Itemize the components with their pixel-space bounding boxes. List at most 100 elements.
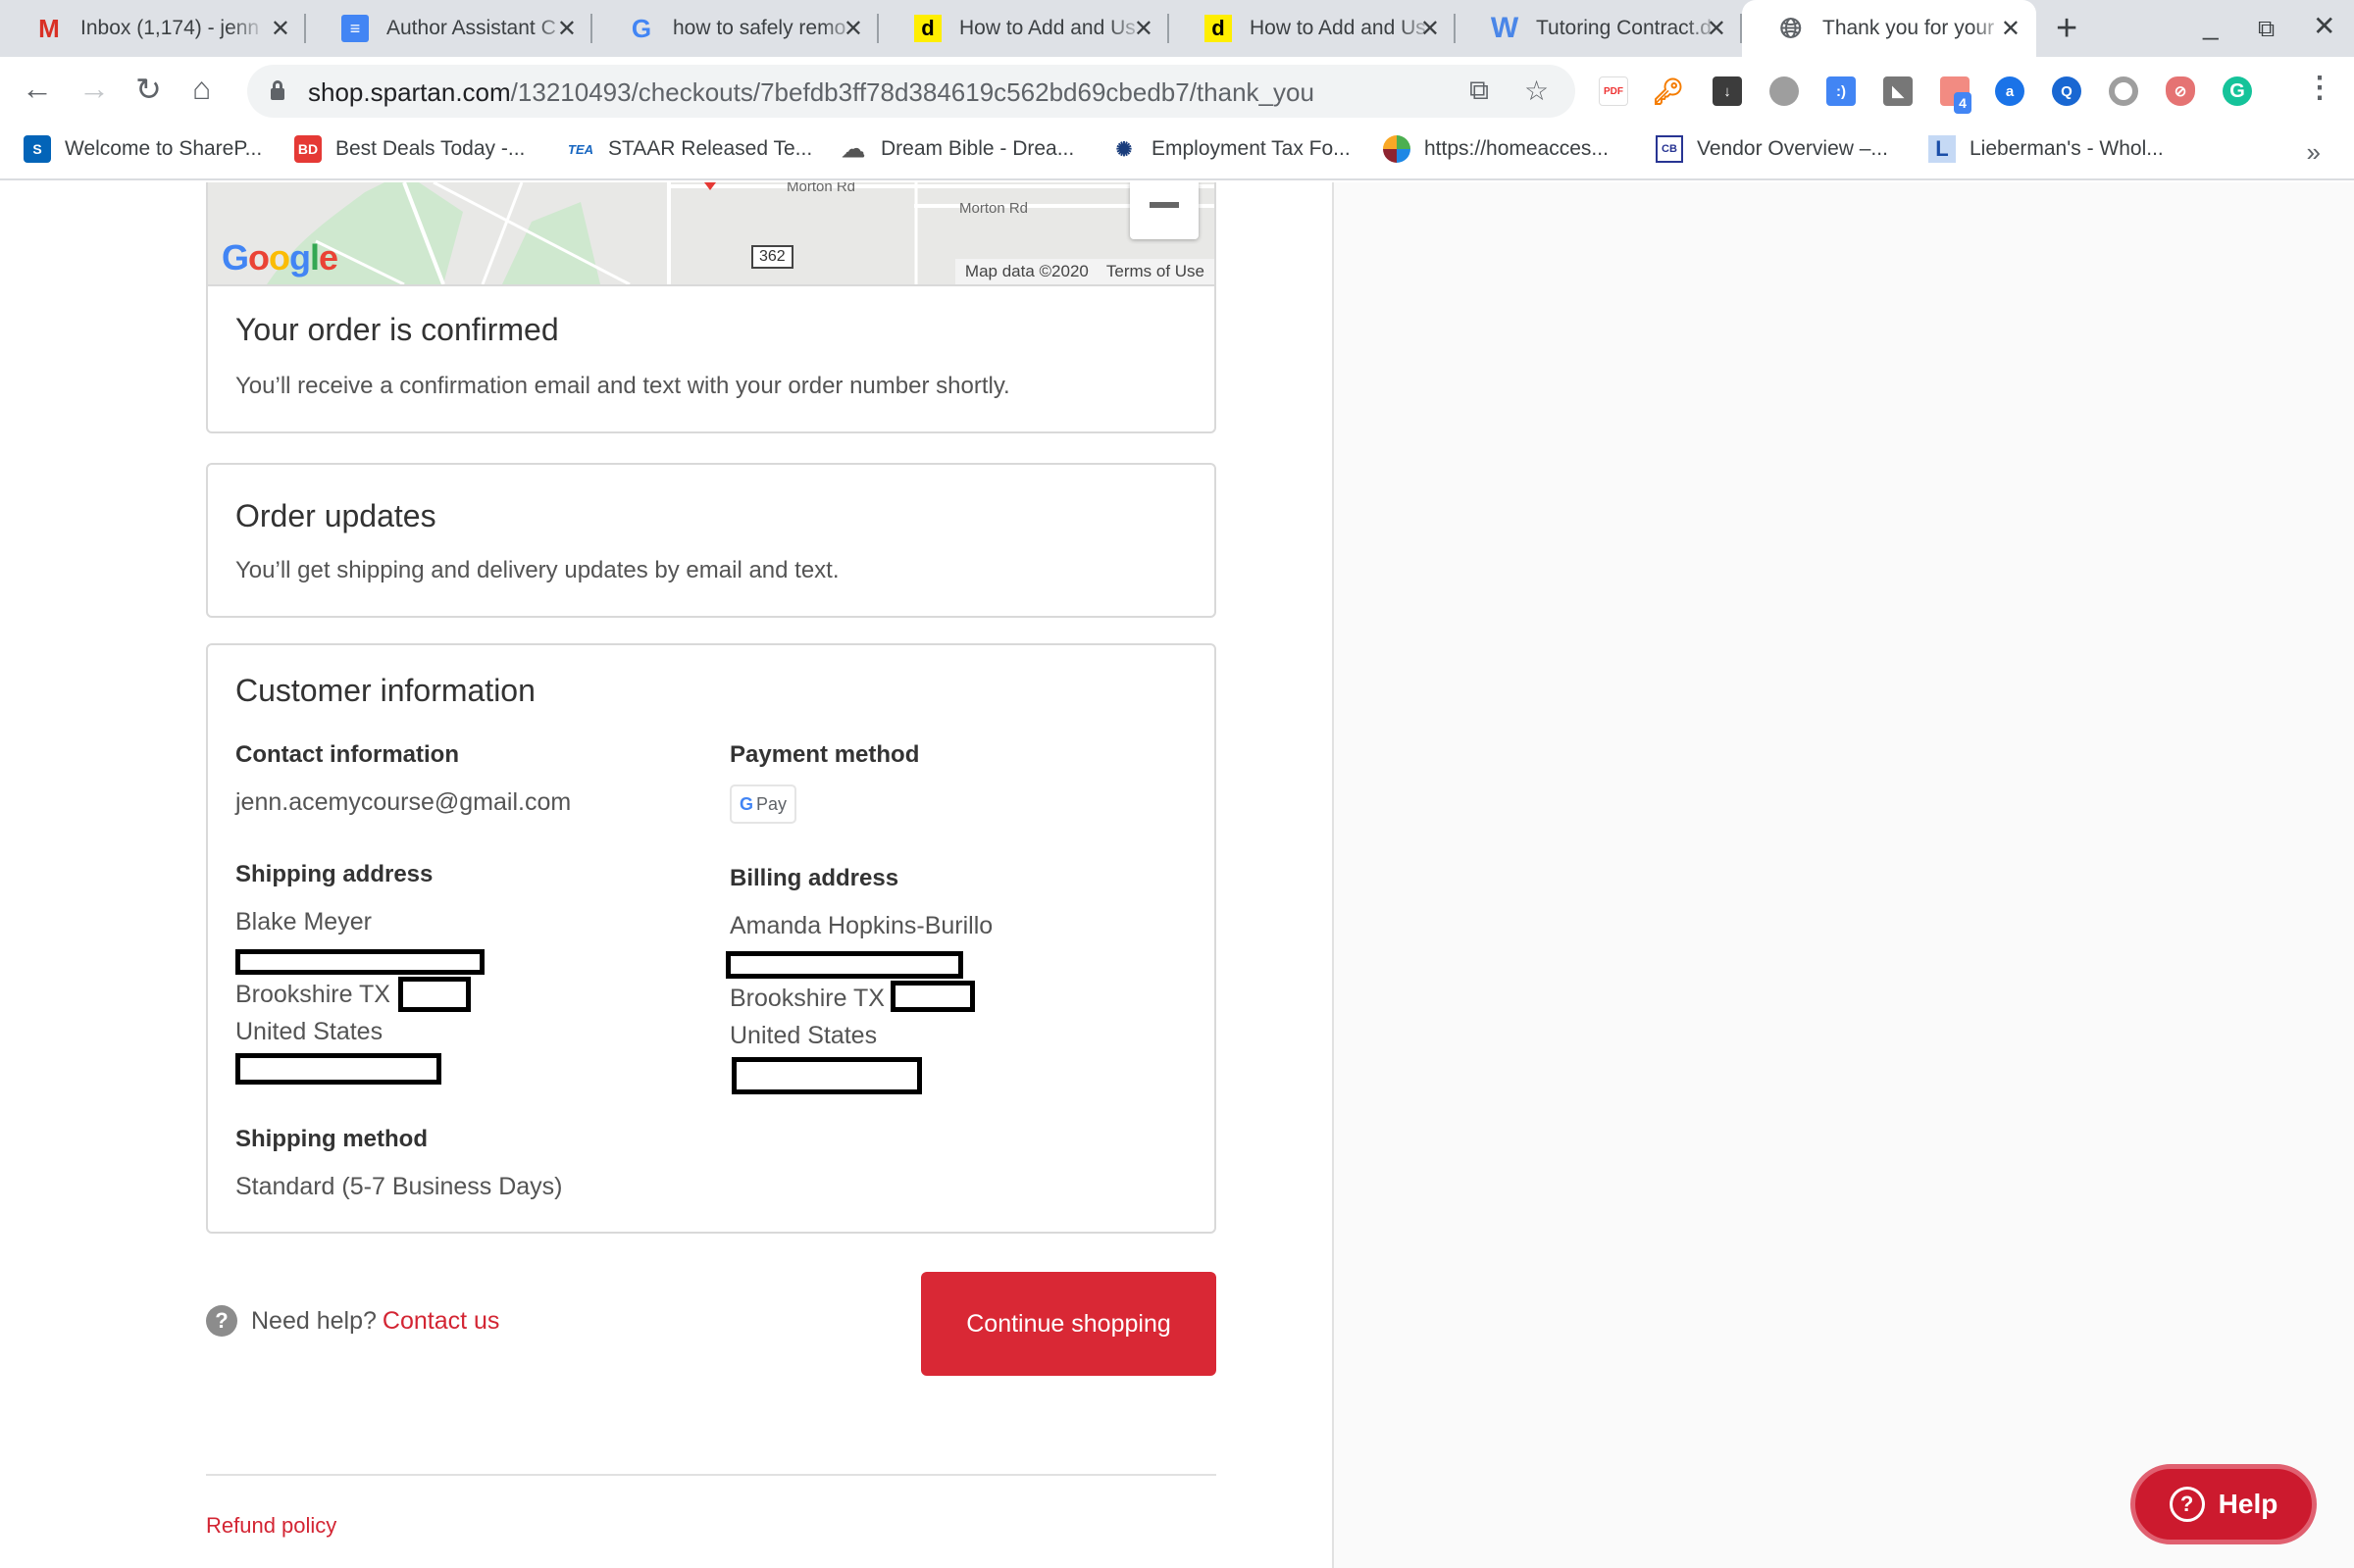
sharepoint-icon: S	[24, 135, 51, 163]
bookmark-best-deals[interactable]: BD Best Deals Today -...	[294, 135, 525, 163]
a-extension-icon[interactable]: a	[1995, 76, 2024, 106]
home-icon[interactable]: ⌂	[192, 71, 211, 107]
refund-policy-link[interactable]: Refund policy	[206, 1513, 336, 1539]
pdfjs-extension-icon[interactable]: PDF	[1599, 76, 1628, 106]
bookmark-star-icon[interactable]: ☆	[1524, 75, 1549, 107]
tab-tutoring-contract[interactable]: W Tutoring Contract.d ✕	[1456, 0, 1742, 57]
bookmark-label: STAAR Released Te...	[608, 137, 813, 160]
bookmark-staar[interactable]: TEA STAAR Released Te...	[567, 135, 812, 163]
order-summary-panel	[1332, 182, 2354, 1568]
tab-gmail[interactable]: M Inbox (1,174) - jenn ✕	[0, 0, 306, 57]
cb-icon: CB	[1656, 135, 1683, 163]
pen-extension-icon[interactable]: ◣	[1883, 76, 1913, 106]
map-data-text: Map data ©2020	[964, 262, 1089, 280]
homeaccess-icon	[1383, 135, 1410, 163]
ring-extension-icon[interactable]	[2109, 76, 2138, 106]
close-window-button[interactable]: ✕	[2313, 10, 2335, 42]
tab-title: how to safely remo	[673, 17, 846, 39]
tab-title: How to Add and Us	[1250, 17, 1426, 39]
map-terms-link[interactable]: Terms of Use	[1106, 262, 1204, 280]
reload-icon[interactable]: ↻	[135, 71, 162, 108]
tag-extension-icon[interactable]: :)	[1826, 76, 1856, 106]
google-icon: G	[631, 13, 652, 43]
google-docs-icon: ≡	[341, 15, 369, 42]
tab-how-to-add-2[interactable]: d How to Add and Us ✕	[1169, 0, 1456, 57]
bookmarks-overflow-icon[interactable]: »	[2307, 137, 2321, 168]
redacted-shipping-street	[235, 949, 485, 975]
grammarly-icon[interactable]: G	[2223, 76, 2252, 106]
billing-country: United States	[730, 1022, 878, 1049]
bookmark-homeaccess[interactable]: https://homeacces...	[1383, 135, 1609, 163]
best-deals-icon: BD	[294, 135, 322, 163]
close-tab-icon[interactable]: ✕	[1134, 15, 1153, 43]
bookmark-dream-bible[interactable]: ☁︎ Dream Bible - Drea...	[840, 135, 1074, 163]
help-widget-button[interactable]: ? Help	[2130, 1464, 2317, 1544]
help-widget-label: Help	[2218, 1489, 2278, 1519]
url-host: shop.spartan.com	[308, 77, 511, 107]
open-external-icon[interactable]: ⧉	[1469, 75, 1489, 107]
shipping-method-value: Standard (5-7 Business Days)	[235, 1173, 563, 1200]
updates-message: You’ll get shipping and delivery updates…	[235, 557, 840, 583]
close-tab-icon[interactable]: ✕	[1420, 15, 1440, 43]
tab-thank-you[interactable]: 🌐︎ Thank you for your ✕	[1742, 0, 2036, 57]
customer-information-card: Customer information Contact information…	[206, 643, 1216, 1234]
tea-icon: TEA	[568, 141, 593, 157]
tab-title: How to Add and Us	[959, 17, 1136, 39]
tab-google-search[interactable]: G how to safely remo ✕	[592, 0, 879, 57]
close-tab-icon[interactable]: ✕	[2001, 15, 2021, 43]
tab-title: Thank you for your	[1822, 17, 1995, 39]
globe-icon: 🌐︎	[1779, 12, 1803, 43]
map-road-label: Morton Rd	[959, 200, 1029, 217]
minimize-button[interactable]: _	[2203, 10, 2219, 41]
lieberman-icon: L	[1928, 135, 1956, 163]
bookmark-label: Vendor Overview –...	[1697, 137, 1888, 160]
help-question-icon: ?	[2169, 1487, 2205, 1522]
delivery-map[interactable]: Morton Rd Morton Rd 362 Google Map data …	[206, 182, 1216, 284]
close-tab-icon[interactable]: ✕	[1707, 15, 1726, 43]
back-arrow-icon[interactable]: ←	[22, 71, 53, 107]
dictionary-d-icon: d	[1204, 15, 1232, 42]
redacted-billing-street	[726, 951, 963, 979]
bookmark-label: https://homeacces...	[1424, 137, 1609, 160]
bookmark-label: Welcome to ShareP...	[65, 137, 263, 160]
bookmark-liebermans[interactable]: L Lieberman's - Whol...	[1928, 135, 2164, 163]
bookmark-label: Best Deals Today -...	[335, 137, 526, 160]
cloud-icon: ☁︎	[842, 135, 865, 163]
restore-button[interactable]: ⧉	[2258, 16, 2275, 43]
bookmark-label: Lieberman's - Whol...	[1970, 137, 2164, 160]
forward-arrow-icon[interactable]: →	[78, 71, 110, 107]
shipping-country: United States	[235, 1018, 384, 1045]
bookmark-label: Dream Bible - Drea...	[881, 137, 1075, 160]
bucket-extension-icon[interactable]	[1769, 76, 1799, 106]
map-zoom-out-button[interactable]	[1130, 182, 1199, 239]
contact-us-link[interactable]: Contact us	[383, 1307, 500, 1336]
bookmark-sharepoint[interactable]: S Welcome to ShareP...	[24, 135, 262, 163]
close-tab-icon[interactable]: ✕	[844, 15, 863, 43]
new-tab-button[interactable]: +	[2056, 8, 2077, 50]
tab-author-assistant[interactable]: ≡ Author Assistant C ✕	[306, 0, 592, 57]
key-extension-icon[interactable]: 🔑︎	[1653, 76, 1685, 106]
url-text[interactable]: shop.spartan.com/13210493/checkouts/7bef…	[308, 77, 1314, 108]
updates-title: Order updates	[235, 498, 436, 533]
menu-kebab-icon[interactable]: ⋮	[2305, 71, 2334, 105]
bookmark-vendor-overview[interactable]: CB Vendor Overview –...	[1656, 135, 1888, 163]
order-confirmed-card: Your order is confirmed You’ll receive a…	[206, 284, 1216, 433]
bookmark-employment-tax[interactable]: ✺ Employment Tax Fo...	[1110, 135, 1351, 163]
order-updates-card: Order updates You’ll get shipping and de…	[206, 463, 1216, 618]
gmail-icon: M	[38, 13, 60, 43]
tab-strip: M Inbox (1,174) - jenn ✕ ≡ Author Assist…	[0, 0, 2354, 57]
tab-how-to-add-1[interactable]: d How to Add and Us ✕	[879, 0, 1169, 57]
gpay-text: Pay	[755, 793, 788, 814]
continue-shopping-button[interactable]: Continue shopping	[921, 1272, 1216, 1376]
close-tab-icon[interactable]: ✕	[557, 15, 577, 43]
need-help-text: Need help?	[251, 1306, 377, 1335]
redacted-billing-phone	[732, 1057, 922, 1094]
address-bar[interactable]: shop.spartan.com/13210493/checkouts/7bef…	[247, 65, 1575, 118]
blocker-extension-icon[interactable]: ⊘	[2166, 76, 2195, 106]
close-tab-icon[interactable]: ✕	[271, 15, 290, 43]
billing-name: Amanda Hopkins-Burillo	[730, 912, 994, 939]
billing-address-label: Billing address	[730, 865, 899, 891]
word-icon: W	[1490, 12, 1519, 44]
download-extension-icon[interactable]: ↓	[1713, 76, 1742, 106]
search-extension-icon[interactable]: Q	[2052, 76, 2081, 106]
